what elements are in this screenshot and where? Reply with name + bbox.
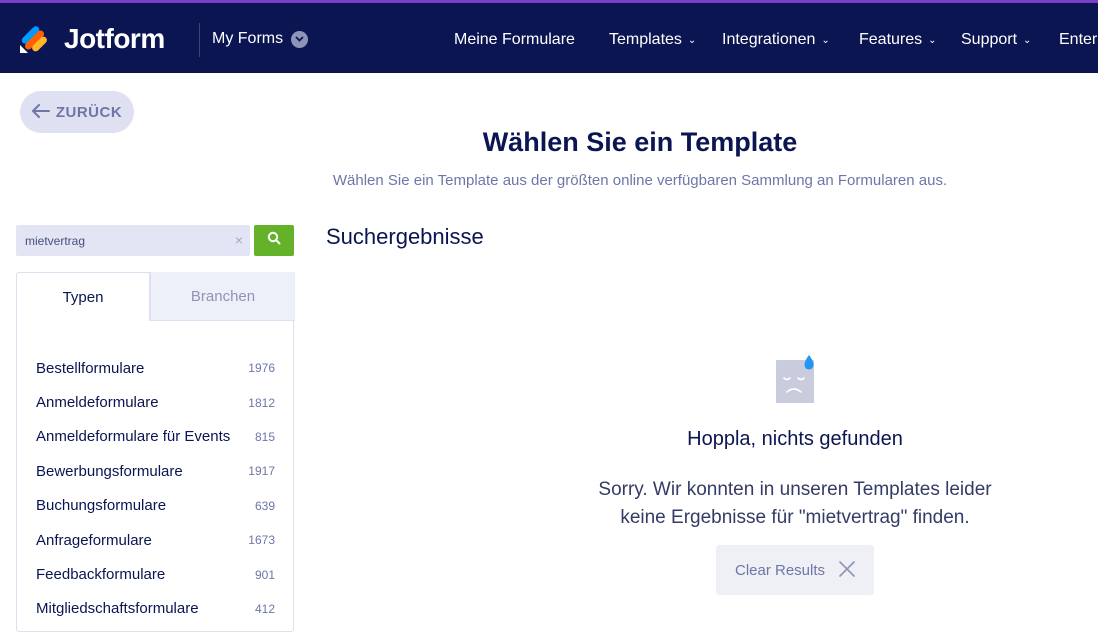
nav-item-features[interactable]: Features ⌄ [859, 31, 937, 49]
category-name: Bewerbungsformulare [36, 462, 183, 480]
nav-item-support[interactable]: Support ⌄ [961, 31, 1031, 49]
nav-label: Templates [609, 31, 682, 48]
close-icon [839, 557, 855, 583]
arrow-left-icon [31, 102, 50, 123]
my-forms-dropdown[interactable]: My Forms [212, 30, 309, 48]
category-item[interactable]: Anmeldeformulare 1812 [36, 385, 275, 419]
category-item[interactable]: Feedbackformulare 901 [36, 557, 275, 591]
category-panel: Typen Branchen Bestellformulare 1976 Anm… [16, 272, 295, 632]
jotform-logo-icon [18, 23, 50, 55]
category-name: Bestellformulare [36, 359, 145, 377]
category-item[interactable]: Anfrageformulare 1673 [36, 523, 275, 557]
page-subtitle: Wählen Sie ein Template aus der größten … [332, 172, 948, 189]
nav-label: Support [961, 31, 1018, 48]
page-title: Wählen Sie ein Template [482, 127, 798, 157]
category-item[interactable]: Bewerbungsformulare 1917 [36, 454, 275, 488]
tab-typen[interactable]: Typen [16, 272, 150, 321]
results-heading: Suchergebnisse [326, 224, 484, 249]
nav-label: Meine Formulare [454, 31, 575, 48]
category-count: 1812 [248, 395, 275, 410]
back-button-label: ZURÜCK [55, 103, 123, 121]
header-divider [199, 23, 200, 57]
category-count: 901 [254, 567, 275, 582]
search-icon [267, 231, 281, 250]
category-name: Mitgliedschaftsformulare [36, 600, 199, 618]
nav-item-meine-formulare[interactable]: Meine Formulare [454, 31, 575, 49]
my-forms-label: My Forms [212, 30, 284, 47]
sad-face-icon [774, 355, 816, 405]
chevron-down-icon: ⌄ [1023, 34, 1032, 46]
category-name: Buchungsformulare [36, 497, 167, 515]
category-item[interactable]: Anmeldeformulare für Events 815 [36, 420, 275, 454]
empty-state-line: keine Ergebnisse für "mietvertrag" finde… [620, 507, 970, 528]
category-item[interactable]: Buchungsformulare 639 [36, 489, 275, 523]
tab-label: Typen [62, 288, 104, 306]
brand-name: Jotform [64, 23, 165, 54]
nav-item-enterprise[interactable]: Enter [1059, 31, 1097, 49]
category-count: 639 [254, 498, 275, 513]
category-name: Feedbackformulare [36, 566, 166, 584]
search-input[interactable]: mietvertrag × [16, 225, 250, 256]
category-count: 1917 [248, 464, 275, 479]
top-navigation-bar: Jotform My Forms Meine Formulare Templat… [0, 0, 1098, 73]
chevron-down-icon: ⌄ [687, 34, 697, 46]
search-input-value: mietvertrag [25, 233, 86, 248]
category-count: 1976 [248, 361, 275, 376]
nav-label: Enter [1059, 31, 1098, 48]
category-count: 1673 [248, 533, 275, 548]
nav-label: Integrationen [722, 31, 816, 48]
clear-results-label: Clear Results [734, 561, 826, 579]
chevron-down-icon: ⌄ [821, 34, 830, 46]
tab-branchen[interactable]: Branchen [150, 272, 295, 321]
jotform-logo[interactable]: Jotform [18, 22, 165, 56]
nav-item-integrationen[interactable]: Integrationen ⌄ [722, 31, 830, 49]
category-name: Anfrageformulare [36, 531, 152, 549]
category-list: Bestellformulare 1976 Anmeldeformulare 1… [36, 351, 275, 626]
chevron-down-icon [291, 30, 309, 48]
empty-state-line: Sorry. Wir konnten in unseren Templates … [598, 479, 992, 500]
category-name: Anmeldeformulare [36, 394, 159, 412]
nav-label: Features [859, 31, 923, 48]
category-count: 412 [254, 601, 275, 616]
nav-item-templates[interactable]: Templates ⌄ [609, 31, 696, 49]
search-button[interactable] [254, 225, 294, 256]
category-item[interactable]: Mitgliedschaftsformulare 412 [36, 592, 275, 626]
empty-state-message: Sorry. Wir konnten in unseren Templates … [575, 476, 1015, 532]
clear-results-button[interactable]: Clear Results [716, 545, 874, 595]
category-count: 815 [254, 429, 275, 444]
clear-search-icon[interactable]: × [235, 232, 243, 248]
category-name: Anmeldeformulare für Events [36, 428, 231, 446]
chevron-down-icon: ⌄ [928, 34, 937, 46]
category-item[interactable]: Bestellformulare 1976 [36, 351, 275, 385]
empty-state-title: Hoppla, nichts gefunden [687, 428, 903, 450]
tab-label: Branchen [190, 287, 256, 305]
